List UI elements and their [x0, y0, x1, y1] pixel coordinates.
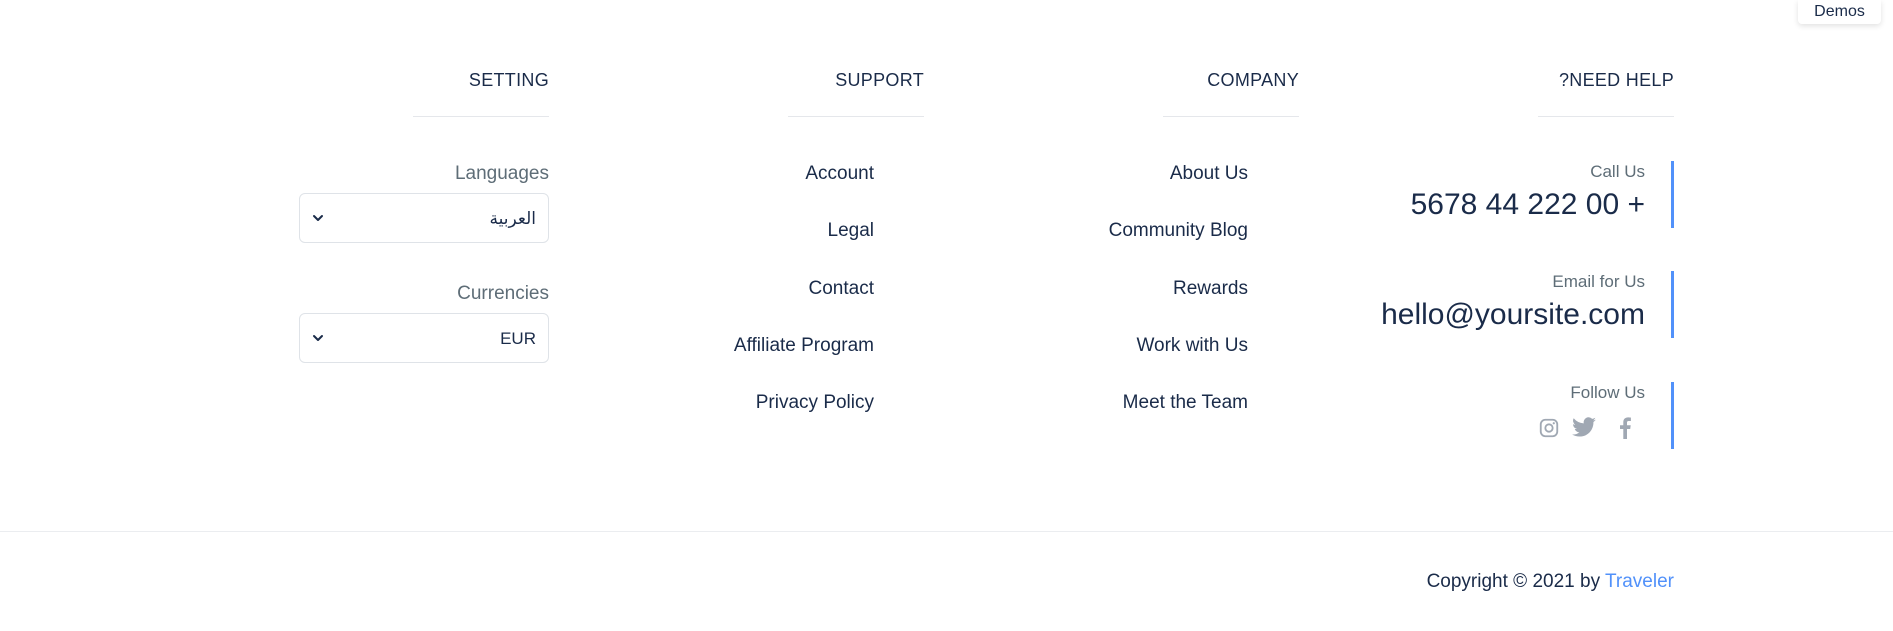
support-link-affiliate-program[interactable]: Affiliate Program — [734, 335, 874, 357]
call-us-block: Call Us 5678 44 222 00 + — [1274, 161, 1674, 228]
need-help-heading: ?NEED HELP — [1537, 70, 1675, 117]
company-link-about-us[interactable]: About Us — [1170, 163, 1248, 185]
chevron-down-icon — [313, 335, 323, 341]
company-link-community-blog[interactable]: Community Blog — [1109, 220, 1248, 242]
social-links — [1274, 414, 1645, 441]
follow-us-label: Follow Us — [1570, 383, 1645, 402]
copyright-prefix: Copyright © 2021 by — [1426, 571, 1601, 592]
support-link-legal[interactable]: Legal — [828, 220, 875, 242]
company-link-work-with-us[interactable]: Work with Us — [1136, 335, 1248, 357]
support-heading: SUPPORT — [788, 70, 924, 117]
company-link-rewards[interactable]: Rewards — [1173, 278, 1248, 300]
language-select[interactable]: العربية — [299, 193, 549, 243]
currencies-label: Currencies — [457, 283, 549, 304]
twitter-icon[interactable] — [1570, 414, 1597, 441]
currency-select-value: EUR — [500, 329, 536, 348]
demos-button[interactable]: Demos — [1798, 0, 1881, 24]
language-select-value: العربية — [489, 209, 536, 228]
support-link-privacy-policy[interactable]: Privacy Policy — [756, 392, 874, 414]
footer-divider — [0, 531, 1893, 532]
follow-us-block: Follow Us — [1274, 382, 1674, 449]
email-address[interactable]: hello@yoursite.com — [1274, 295, 1645, 335]
facebook-icon[interactable] — [1605, 414, 1645, 441]
footer-page: Demos SETTING SUPPORT COMPANY ?NEED HELP… — [0, 0, 1893, 631]
chevron-down-icon — [313, 215, 323, 221]
call-us-label: Call Us — [1590, 162, 1645, 181]
instagram-icon[interactable] — [1535, 414, 1562, 441]
support-link-contact[interactable]: Contact — [809, 278, 874, 300]
email-block: Email for Us hello@yoursite.com — [1274, 271, 1674, 338]
currency-select[interactable]: EUR — [299, 313, 549, 363]
brand-link[interactable]: Traveler — [1605, 571, 1674, 592]
copyright-text: Copyright © 2021 by Traveler — [1427, 571, 1674, 593]
email-label: Email for Us — [1552, 272, 1645, 291]
company-heading: COMPANY — [1163, 70, 1299, 117]
setting-heading: SETTING — [412, 70, 550, 117]
company-link-meet-the-team[interactable]: Meet the Team — [1123, 392, 1248, 414]
support-link-account[interactable]: Account — [805, 163, 874, 185]
languages-label: Languages — [454, 163, 549, 184]
phone-number[interactable]: 5678 44 222 00 + — [1274, 185, 1645, 225]
